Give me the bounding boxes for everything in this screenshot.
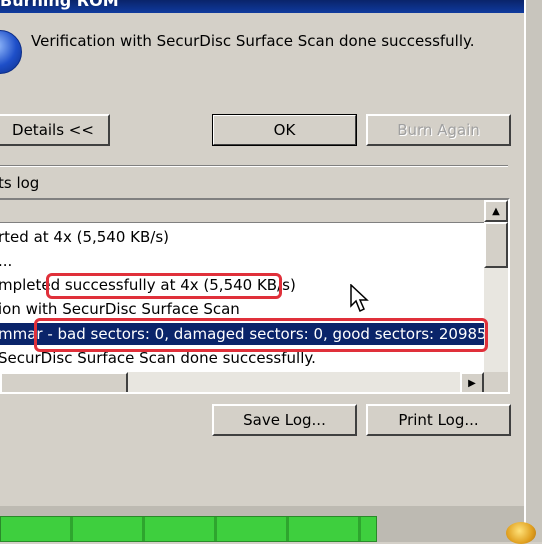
info-icon xyxy=(0,30,22,74)
log-column-header[interactable] xyxy=(0,200,484,223)
highlight-annotation xyxy=(46,273,282,299)
save-log-button[interactable]: Save Log... xyxy=(212,404,357,436)
divider xyxy=(0,165,508,167)
ok-button[interactable]: OK xyxy=(212,114,357,146)
print-log-button[interactable]: Print Log... xyxy=(366,404,511,436)
horizontal-scroll-thumb[interactable] xyxy=(0,372,128,392)
status-message: Verification with SecurDisc Surface Scan… xyxy=(31,32,475,50)
details-button[interactable]: Details << xyxy=(0,114,110,146)
log-row[interactable]: ion with SecurDisc Surface Scan xyxy=(0,298,240,320)
burn-again-button[interactable]: Burn Again xyxy=(366,114,511,146)
arrow-up-icon[interactable]: ▲ xyxy=(484,200,508,222)
horizontal-scrollbar[interactable]: ▶ xyxy=(0,372,484,392)
progress-bar xyxy=(0,516,377,542)
window-title: Burning ROM xyxy=(0,0,119,10)
log-row[interactable]: rted at 4x (5,540 KB/s) xyxy=(0,226,169,248)
scroll-corner xyxy=(484,372,508,392)
vertical-scroll-thumb[interactable] xyxy=(484,222,508,268)
title-bar[interactable]: Burning ROM xyxy=(0,0,524,13)
window-frame-edge xyxy=(524,0,542,542)
log-row[interactable]: ... xyxy=(0,250,12,272)
log-group-label: ts log xyxy=(0,174,40,192)
tray-app-icon[interactable] xyxy=(506,522,536,544)
highlight-annotation xyxy=(34,318,488,352)
mouse-pointer-icon xyxy=(350,284,369,313)
arrow-right-icon[interactable]: ▶ xyxy=(460,372,484,392)
